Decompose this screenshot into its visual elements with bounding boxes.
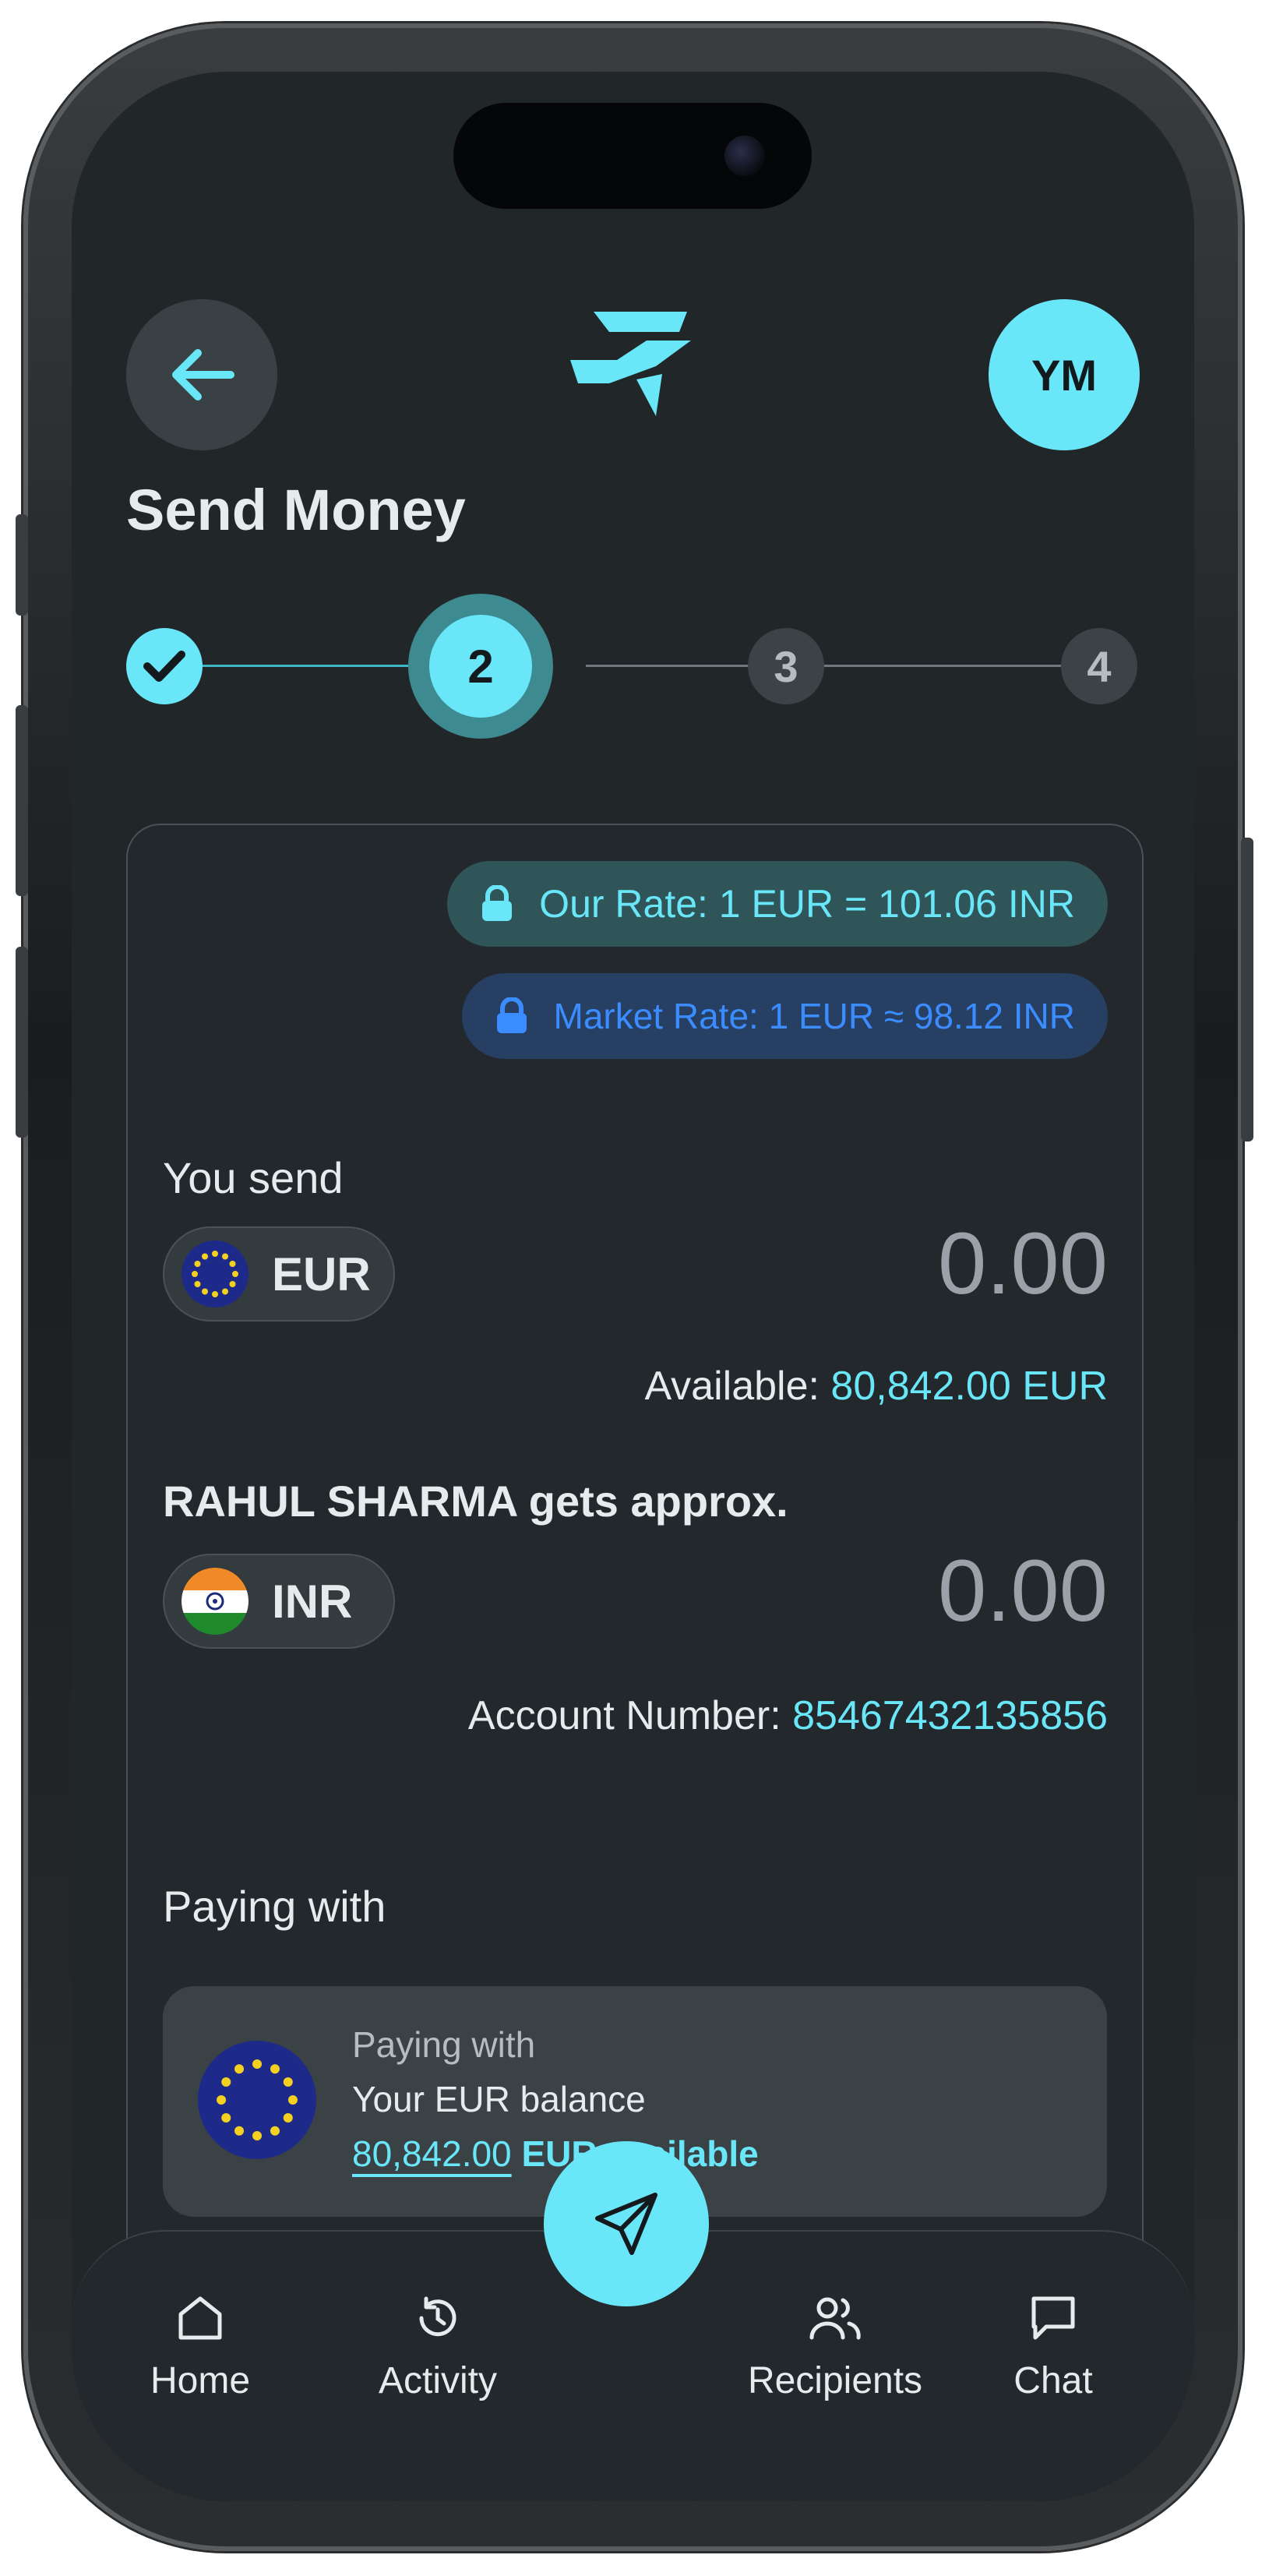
paying-with-caption: Paying with bbox=[352, 2024, 536, 2065]
dynamic-island bbox=[453, 103, 812, 209]
app-logo bbox=[570, 312, 691, 416]
lock-icon bbox=[482, 885, 513, 921]
send-currency-selector[interactable]: EUR bbox=[163, 1226, 395, 1322]
users-icon bbox=[809, 2297, 861, 2340]
home-icon bbox=[178, 2296, 222, 2340]
step-2-label: 2 bbox=[467, 640, 494, 693]
receive-currency-selector[interactable]: INR bbox=[163, 1554, 395, 1649]
step-2-inner: 2 bbox=[429, 615, 532, 718]
nav-activity-label: Activity bbox=[378, 2360, 497, 2401]
available-label: Available: bbox=[644, 1364, 820, 1409]
nav-chat[interactable]: Chat bbox=[987, 2294, 1119, 2402]
payment-available-amount[interactable]: 80,842.00 bbox=[352, 2133, 512, 2174]
nav-home[interactable]: Home bbox=[122, 2294, 278, 2402]
arrow-left-icon bbox=[172, 349, 234, 401]
power-button bbox=[1241, 838, 1253, 1142]
volume-up-button bbox=[16, 705, 28, 896]
receive-amount-input[interactable]: 0.00 bbox=[938, 1540, 1108, 1641]
chat-icon bbox=[1031, 2296, 1075, 2340]
step-4-label: 4 bbox=[1087, 641, 1112, 691]
available-balance: Available: 80,842.00 EUR bbox=[644, 1363, 1108, 1410]
market-rate-badge: Market Rate: 1 EUR ≈ 98.12 INR bbox=[461, 973, 1108, 1059]
step-4: 4 bbox=[1061, 628, 1137, 704]
checkmark-icon bbox=[143, 651, 185, 682]
paying-with-label: Paying with bbox=[163, 1882, 386, 1931]
our-rate-text: Our Rate: 1 EUR = 101.06 INR bbox=[539, 882, 1075, 926]
lock-icon bbox=[496, 997, 527, 1033]
step-3-label: 3 bbox=[774, 641, 798, 691]
account-label: Account Number: bbox=[467, 1693, 781, 1738]
our-rate-badge: Our Rate: 1 EUR = 101.06 INR bbox=[447, 861, 1108, 947]
send-currency-code: EUR bbox=[272, 1247, 371, 1300]
page-title: Send Money bbox=[126, 478, 466, 542]
send-fab-button[interactable] bbox=[544, 2141, 709, 2306]
volume-down-button bbox=[16, 947, 28, 1138]
nav-chat-label: Chat bbox=[1013, 2360, 1093, 2401]
camera bbox=[724, 136, 765, 176]
you-send-label: You send bbox=[163, 1153, 344, 1202]
eu-flag-icon bbox=[198, 2041, 316, 2159]
payment-source-name: Your EUR balance bbox=[352, 2079, 646, 2119]
step-connector-pending bbox=[586, 665, 1116, 667]
action-button bbox=[16, 514, 28, 616]
nav-activity[interactable]: Activity bbox=[352, 2294, 523, 2402]
paper-plane-icon bbox=[595, 2193, 657, 2255]
receive-currency-code: INR bbox=[272, 1575, 353, 1628]
recipient-gets-label: RAHUL SHARMA gets approx. bbox=[163, 1477, 788, 1526]
step-3: 3 bbox=[748, 628, 824, 704]
progress-stepper: 2 3 4 bbox=[126, 594, 1147, 739]
payment-available: 80,842.00 EUR available bbox=[352, 2133, 759, 2175]
send-amount-input[interactable]: 0.00 bbox=[938, 1213, 1108, 1314]
history-icon bbox=[419, 2296, 456, 2337]
back-button[interactable] bbox=[126, 299, 277, 450]
nav-recipients-label: Recipients bbox=[747, 2360, 923, 2401]
market-rate-text: Market Rate: 1 EUR ≈ 98.12 INR bbox=[553, 996, 1076, 1036]
account-number: Account Number: 85467432135856 bbox=[468, 1692, 1108, 1739]
account-value: 85467432135856 bbox=[792, 1693, 1108, 1738]
nav-recipients[interactable]: Recipients bbox=[738, 2294, 932, 2402]
eu-flag-icon bbox=[182, 1240, 249, 1307]
available-value: 80,842.00 EUR bbox=[830, 1364, 1108, 1409]
step-1-complete bbox=[126, 628, 203, 704]
user-avatar[interactable]: YM bbox=[989, 299, 1140, 450]
india-flag-icon bbox=[182, 1568, 249, 1635]
step-2-current: 2 bbox=[408, 594, 553, 739]
screen: YM Send Money 2 3 4 Our Rate: 1 EUR = 10… bbox=[72, 72, 1194, 2501]
nav-home-label: Home bbox=[150, 2360, 251, 2401]
